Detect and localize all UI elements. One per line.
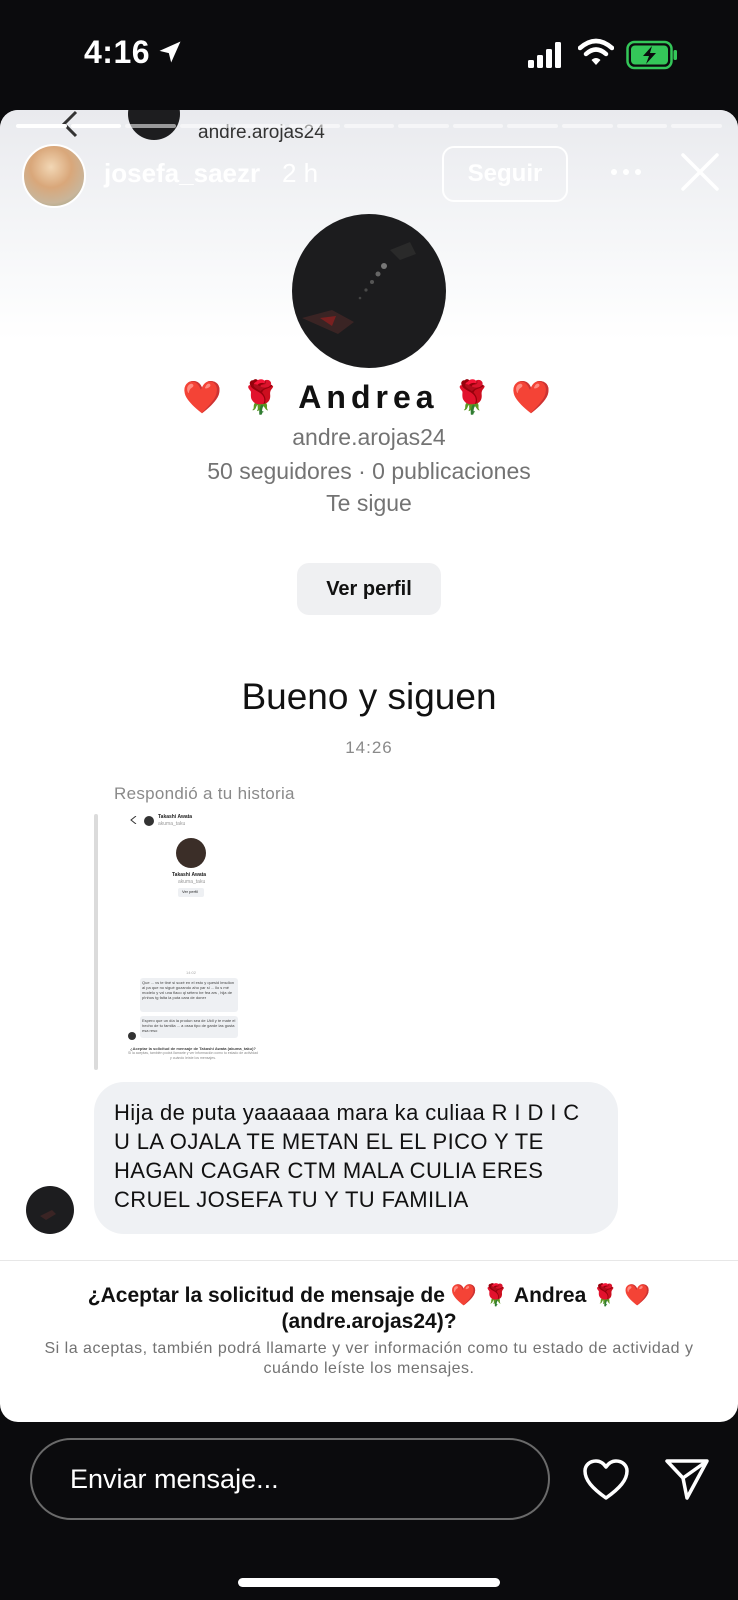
view-profile-button[interactable]: Ver perfil	[297, 563, 441, 615]
replied-to-story-label: Respondió a tu historia	[114, 784, 295, 803]
story-progress	[16, 124, 722, 128]
message-input[interactable]: Enviar mensaje...	[30, 1438, 550, 1520]
more-options-icon[interactable]	[608, 160, 644, 184]
chat-avatar-art	[40, 1210, 56, 1220]
thumbnail-profile-handle: akuma_taku	[178, 879, 206, 885]
home-indicator	[238, 1578, 500, 1587]
cellular-signal-icon	[528, 42, 561, 68]
heart-icon[interactable]	[582, 1458, 630, 1502]
story-time-ago: 2 h	[282, 158, 319, 188]
thumbnail-chat-avatar	[128, 1032, 136, 1040]
profile-handle: andre.arojas24	[292, 424, 446, 450]
close-icon[interactable]	[680, 152, 720, 192]
follow-button[interactable]: Seguir	[442, 146, 568, 202]
profile-picture-art	[302, 242, 416, 334]
wifi-icon	[578, 38, 614, 65]
thumbnail-header-name: Takashi Awata	[158, 814, 193, 820]
thumbnail-back-icon	[130, 816, 137, 824]
reply-quote-bar	[94, 814, 98, 1070]
message-request-description: Si la aceptas, también podrá llamarte y …	[44, 1340, 694, 1377]
profile-stats: 50 seguidores · 0 publicaciones	[207, 458, 531, 484]
story-card: andre.arojas24 josefa_saezr 2 h Seguir ❤…	[0, 110, 738, 1422]
thumbnail-request: ¿Aceptar la solicitud de mensaje de Taka…	[128, 1046, 258, 1060]
thumbnail-time: 14:02	[186, 970, 197, 975]
message-timestamp: 14:26	[345, 738, 393, 757]
message-request-title: ¿Aceptar la solicitud de mensaje de ❤️ 🌹…	[87, 1284, 651, 1333]
thumbnail-header-avatar	[144, 816, 154, 826]
follows-you-label: Te sigue	[326, 490, 412, 516]
battery-charging-icon	[626, 40, 677, 70]
message-bubble[interactable]: Hija de puta yaaaaaa mara ka culiaa R I …	[94, 1082, 618, 1234]
thumbnail-profile-name: Takashi Awata	[172, 872, 207, 878]
story-username[interactable]: josefa_saezr	[104, 158, 260, 189]
thumbnail-header-handle: akuma_taku	[158, 821, 186, 827]
status-bar: 4:16	[0, 0, 738, 110]
message-request-panel: ¿Aceptar la solicitud de mensaje de ❤️ 🌹…	[0, 1260, 738, 1422]
thumbnail-view-profile-button: Ver perfil	[178, 888, 204, 897]
large-message-text: Bueno y siguen	[241, 676, 497, 717]
thumbnail-bubble-2: Espero que un día la produn sea de Uidl …	[140, 1016, 238, 1038]
thumbnail-bubble-1: Que ... vs te tiné si sozé en el esto y …	[140, 978, 238, 1012]
chat-avatar[interactable]	[26, 1186, 74, 1234]
send-icon[interactable]	[664, 1456, 710, 1502]
story-reply-thumbnail[interactable]: Takashi Awata akuma_taku Takashi Awata a…	[114, 810, 274, 1070]
status-time: 4:16	[84, 34, 151, 70]
thumbnail-profile-avatar	[176, 838, 206, 868]
story-avatar[interactable]	[22, 144, 86, 208]
location-arrow-icon	[159, 41, 181, 63]
profile-display-name: ❤️ 🌹 Andrea 🌹 ❤️	[182, 379, 556, 415]
profile-picture[interactable]	[292, 214, 446, 368]
